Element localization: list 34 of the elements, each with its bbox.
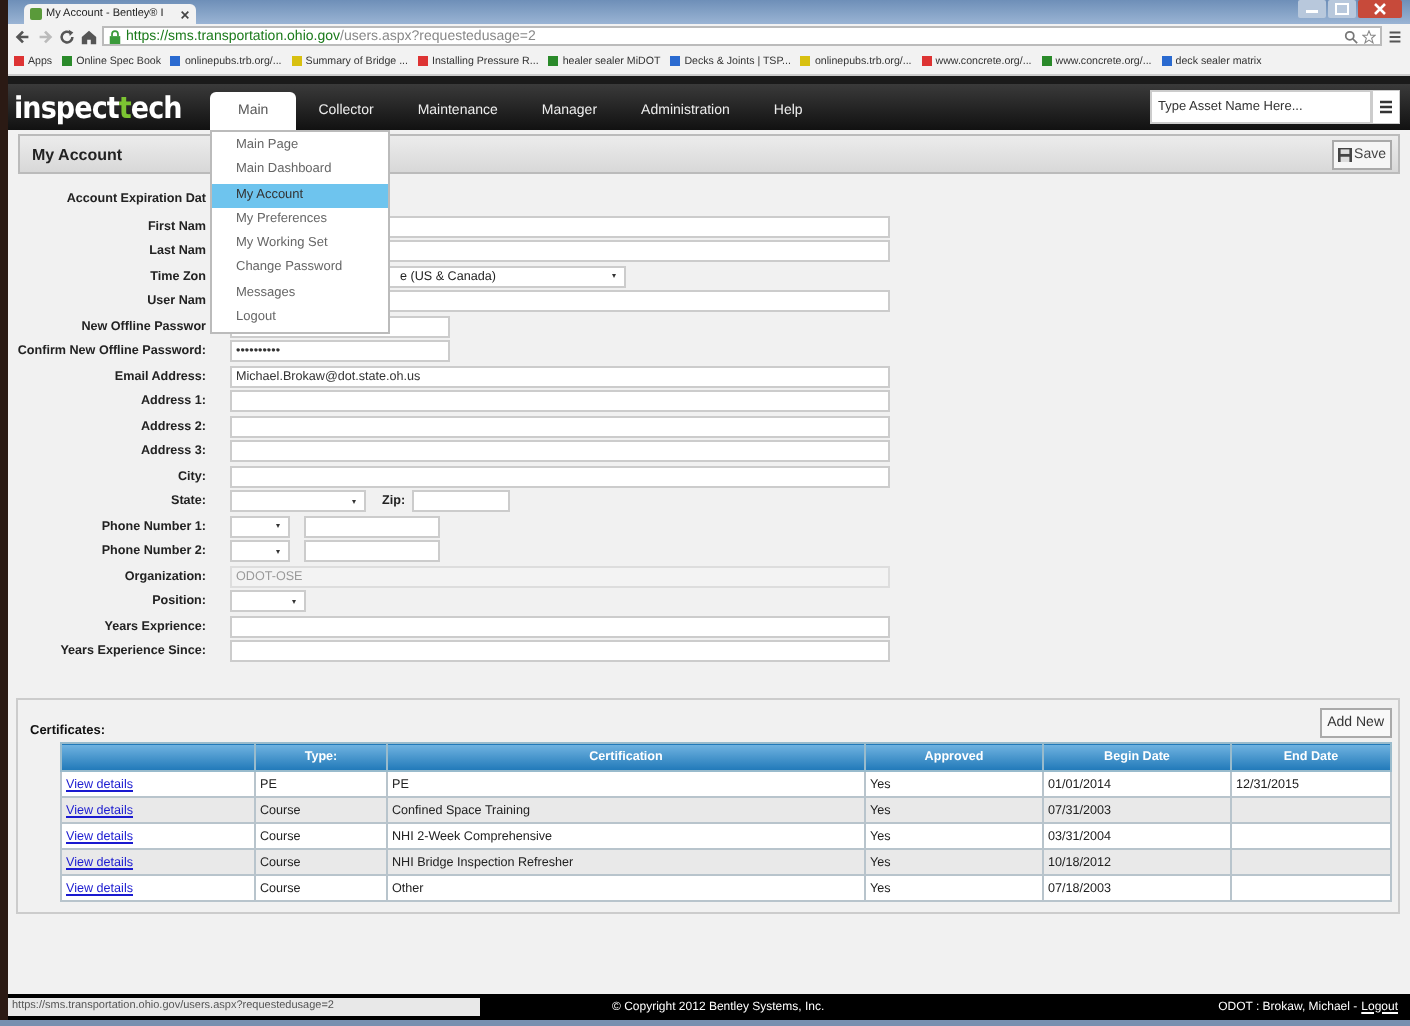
close-icon[interactable] (180, 9, 190, 19)
caret-icon (352, 499, 356, 504)
reload-icon[interactable] (58, 27, 76, 45)
minimize-icon[interactable] (1298, 0, 1326, 18)
input-field[interactable] (230, 465, 890, 488)
logo[interactable]: inspecttech (14, 89, 187, 125)
input-field[interactable] (230, 415, 890, 438)
list-icon[interactable] (1372, 90, 1400, 124)
phone-field[interactable] (304, 540, 440, 563)
state-select[interactable] (230, 490, 366, 513)
zoom-icon[interactable] (1344, 29, 1358, 43)
zip-field[interactable] (411, 490, 510, 513)
caret-icon (276, 549, 280, 554)
page-title: My Account (32, 145, 123, 163)
position-select[interactable] (230, 590, 306, 613)
caret-icon (292, 599, 296, 604)
input-field[interactable] (230, 390, 890, 413)
back-icon[interactable] (14, 27, 32, 45)
input-field[interactable] (230, 615, 890, 638)
site-icon (30, 8, 42, 20)
save-icon (1338, 147, 1353, 161)
input-field[interactable] (230, 640, 890, 663)
phone-field[interactable] (304, 515, 440, 538)
caret-icon (276, 524, 280, 529)
star-icon[interactable] (1362, 29, 1376, 43)
menu-icon[interactable] (1386, 27, 1404, 45)
caret-icon (612, 274, 616, 279)
maximize-icon[interactable] (1328, 0, 1356, 18)
area-code-select[interactable] (230, 515, 290, 538)
close-icon[interactable] (1358, 0, 1402, 18)
lock-icon (108, 29, 122, 43)
input-field[interactable] (230, 440, 890, 463)
home-icon[interactable] (80, 27, 98, 45)
area-code-select[interactable] (230, 540, 290, 563)
